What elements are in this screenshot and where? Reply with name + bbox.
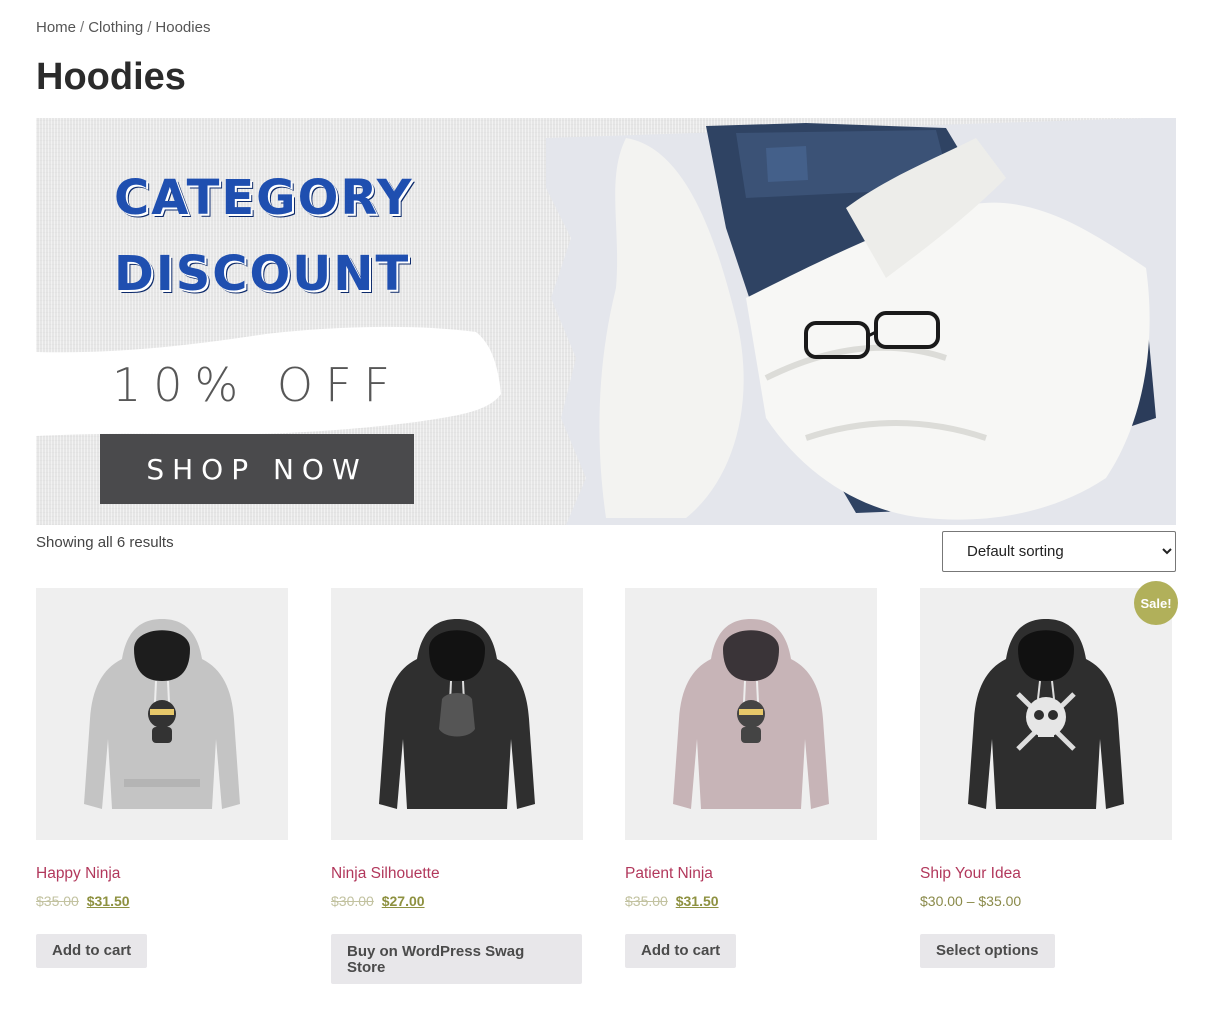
- product-name-link[interactable]: Happy Ninja: [36, 865, 120, 883]
- breadcrumb-clothing-link[interactable]: Clothing: [88, 19, 143, 36]
- banner-title-discount: DISCOUNT: [114, 246, 411, 302]
- add-to-cart-button[interactable]: Add to cart: [625, 934, 737, 968]
- category-banner[interactable]: CATEGORY DISCOUNT 10% OFF SHOP NOW: [36, 118, 1176, 525]
- hoodie-icon: [379, 619, 535, 809]
- product-price: $35.00 $31.50: [36, 893, 130, 909]
- product-card: Ninja Silhouette $30.00 $27.00 Buy on Wo…: [331, 588, 583, 984]
- product-card: Sale! Ship Your Idea $30.00 – $35.00 Sel…: [920, 581, 1178, 968]
- hoodie-icon: [968, 619, 1124, 809]
- select-options-button[interactable]: Select options: [920, 934, 1055, 968]
- price-sale: $31.50: [86, 893, 130, 909]
- product-image[interactable]: [331, 588, 583, 840]
- price-sale: $31.50: [675, 893, 719, 909]
- banner-title-category: CATEGORY: [114, 170, 414, 226]
- product-price-range: $30.00 – $35.00: [920, 893, 1022, 909]
- product-image[interactable]: [920, 588, 1172, 840]
- breadcrumb-current: Hoodies: [155, 19, 211, 36]
- sort-select[interactable]: Default sorting: [942, 531, 1176, 572]
- product-image[interactable]: [625, 588, 877, 840]
- price-original: $35.00: [625, 893, 668, 909]
- price-original: $35.00: [36, 893, 79, 909]
- product-card: Patient Ninja $35.00 $31.50 Add to cart: [625, 588, 877, 968]
- product-price: $30.00 $27.00: [331, 893, 425, 909]
- sale-badge: Sale!: [1134, 581, 1178, 625]
- product-name-link[interactable]: Ninja Silhouette: [331, 865, 440, 883]
- price-sale: $27.00: [381, 893, 425, 909]
- banner-offer-text: 10% OFF: [112, 358, 402, 412]
- result-count: Showing all 6 results: [36, 534, 174, 551]
- product-name-link[interactable]: Patient Ninja: [625, 865, 713, 883]
- breadcrumb: Home / Clothing / Hoodies: [36, 19, 210, 36]
- product-name-link[interactable]: Ship Your Idea: [920, 865, 1021, 883]
- product-price: $35.00 $31.50: [625, 893, 719, 909]
- product-image[interactable]: [36, 588, 288, 840]
- hoodie-icon: [673, 619, 829, 809]
- hoodie-icon: [84, 619, 240, 809]
- shop-now-button[interactable]: SHOP NOW: [100, 434, 414, 504]
- breadcrumb-home-link[interactable]: Home: [36, 19, 76, 36]
- breadcrumb-separator: /: [80, 19, 85, 36]
- banner-clothes-photo: [546, 118, 1176, 525]
- breadcrumb-separator: /: [147, 19, 152, 36]
- price-original: $30.00: [331, 893, 374, 909]
- buy-external-button[interactable]: Buy on WordPress Swag Store: [331, 934, 582, 984]
- page-title: Hoodies: [36, 56, 186, 98]
- add-to-cart-button[interactable]: Add to cart: [36, 934, 148, 968]
- product-card: Happy Ninja $35.00 $31.50 Add to cart: [36, 588, 288, 968]
